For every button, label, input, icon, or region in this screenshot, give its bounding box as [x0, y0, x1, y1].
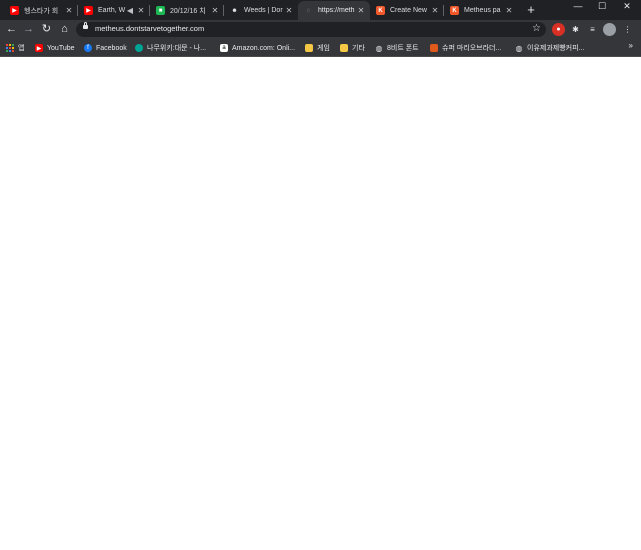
maximize-button[interactable]: ☐ [590, 0, 614, 14]
globe-icon: ◍ [515, 43, 523, 53]
page-content [0, 57, 641, 550]
toolbar: ← → ↻ ⌂ metheus.dontstarvetogether.com ☆… [0, 20, 641, 39]
lock-icon[interactable] [83, 22, 88, 29]
green-square-icon: ■ [156, 6, 165, 15]
tab-title: Create New [390, 7, 427, 14]
avatar[interactable] [603, 23, 616, 36]
reading-list-icon[interactable]: ≡ [586, 23, 599, 36]
bookmark-namuwiki[interactable]: 나무위키:대문 - 나... [135, 42, 206, 54]
bookmark-folder-other[interactable]: 기타 [340, 42, 365, 54]
tab-strip: ▶ 헹스타가 회 ✕ ▶ Earth, W ◀ ✕ ■ 20/12/16 치 ✕… [0, 0, 641, 20]
bookmark-label: 기타 [352, 45, 365, 52]
browser-chrome: ▶ 헹스타가 회 ✕ ▶ Earth, W ◀ ✕ ■ 20/12/16 치 ✕… [0, 0, 641, 57]
close-icon[interactable]: ✕ [64, 6, 74, 15]
folder-icon [305, 44, 313, 52]
tab-title: Weeds | Dor [244, 7, 283, 14]
youtube-icon: ▶ [84, 6, 93, 15]
apps-grid-icon [6, 44, 14, 52]
new-tab-button[interactable]: + [524, 2, 538, 18]
folder-icon [340, 44, 348, 52]
forward-button[interactable]: → [21, 22, 36, 37]
tab-5[interactable]: K Create New ✕ [370, 1, 444, 20]
bookmark-label: 앱 [18, 45, 25, 52]
bookmark-bakery[interactable]: ◍ 이유제과제빵커피... [515, 42, 585, 54]
address-bar[interactable]: metheus.dontstarvetogether.com ☆ [76, 22, 546, 37]
close-icon[interactable]: ✕ [210, 6, 220, 15]
reload-button[interactable]: ↻ [39, 22, 54, 37]
bookmark-label: 게임 [317, 45, 330, 52]
bookmark-label: 나무위키:대문 - 나... [147, 45, 207, 52]
home-button[interactable]: ⌂ [57, 22, 72, 37]
menu-icon[interactable]: ⋮ [621, 23, 634, 36]
tab-title: https://meth [318, 7, 355, 14]
k-icon: K [450, 6, 459, 15]
k-icon: K [376, 6, 385, 15]
minimize-button[interactable]: — [566, 0, 590, 14]
globe-icon: ◍ [375, 43, 383, 53]
bookmark-super-mario[interactable]: 슈퍼 마리오브라더... [430, 42, 501, 54]
close-icon[interactable]: ✕ [136, 6, 146, 15]
mario-icon [430, 44, 438, 52]
close-icon[interactable]: ✕ [430, 6, 440, 15]
namuwiki-icon [135, 44, 143, 52]
youtube-icon: ▶ [10, 6, 19, 15]
bookmark-label: Amazon.com: Onli... [232, 44, 296, 52]
bookmark-label: YouTube [47, 44, 75, 52]
bookmark-folder-games[interactable]: 게임 [305, 42, 330, 54]
tab-3[interactable]: ☻ Weeds | Dor ✕ [224, 1, 298, 20]
tab-1[interactable]: ▶ Earth, W ◀ ✕ [78, 1, 150, 20]
puzzle-extensions-icon[interactable]: ✱ [569, 23, 582, 36]
bookmark-apps[interactable]: 앱 [6, 42, 24, 54]
close-icon[interactable]: ✕ [356, 6, 366, 15]
tab-2[interactable]: ■ 20/12/16 치 ✕ [150, 1, 224, 20]
tab-0[interactable]: ▶ 헹스타가 회 ✕ [4, 1, 78, 20]
close-icon[interactable]: ✕ [504, 6, 514, 15]
star-icon[interactable]: ☆ [532, 23, 541, 34]
tab-6[interactable]: K Metheus pa ✕ [444, 1, 518, 20]
dst-head-icon: ☻ [230, 6, 239, 15]
bookmark-8bit-font[interactable]: ◍ 8비트 폰트 [375, 42, 419, 54]
bookmark-label: 이유제과제빵커피... [527, 45, 585, 52]
bookmark-amazon[interactable]: a Amazon.com: Onli... [220, 42, 295, 54]
amazon-icon: a [220, 44, 228, 52]
url-text[interactable]: metheus.dontstarvetogether.com [95, 24, 204, 33]
bookmark-label: Facebook [96, 44, 127, 52]
bookmarks-bar: 앱 ▶ YouTube f Facebook 나무위키:대문 - 나... a … [0, 39, 641, 57]
tab-title: Earth, W [98, 7, 126, 14]
tab-title: Metheus pa [464, 7, 501, 14]
tab-title: 헹스타가 회 [24, 7, 59, 15]
window-close-button[interactable]: ✕ [615, 0, 639, 14]
bookmark-youtube[interactable]: ▶ YouTube [35, 42, 75, 54]
facebook-icon: f [84, 44, 92, 52]
speaker-icon[interactable]: ◀ [126, 6, 134, 15]
red-extension-icon[interactable]: ● [552, 23, 565, 36]
bookmark-label: 8비트 폰트 [387, 45, 419, 52]
tab-4-active[interactable]: ◌ https://meth ✕ [298, 1, 370, 20]
back-button[interactable]: ← [4, 22, 19, 37]
close-icon[interactable]: ✕ [284, 6, 294, 15]
bookmarks-more-button[interactable]: » [629, 41, 633, 50]
bookmark-facebook[interactable]: f Facebook [84, 42, 127, 54]
youtube-icon: ▶ [35, 44, 43, 52]
loading-icon: ◌ [306, 7, 311, 14]
bookmark-label: 슈퍼 마리오브라더... [442, 45, 502, 52]
tab-title: 20/12/16 치 [170, 7, 206, 15]
